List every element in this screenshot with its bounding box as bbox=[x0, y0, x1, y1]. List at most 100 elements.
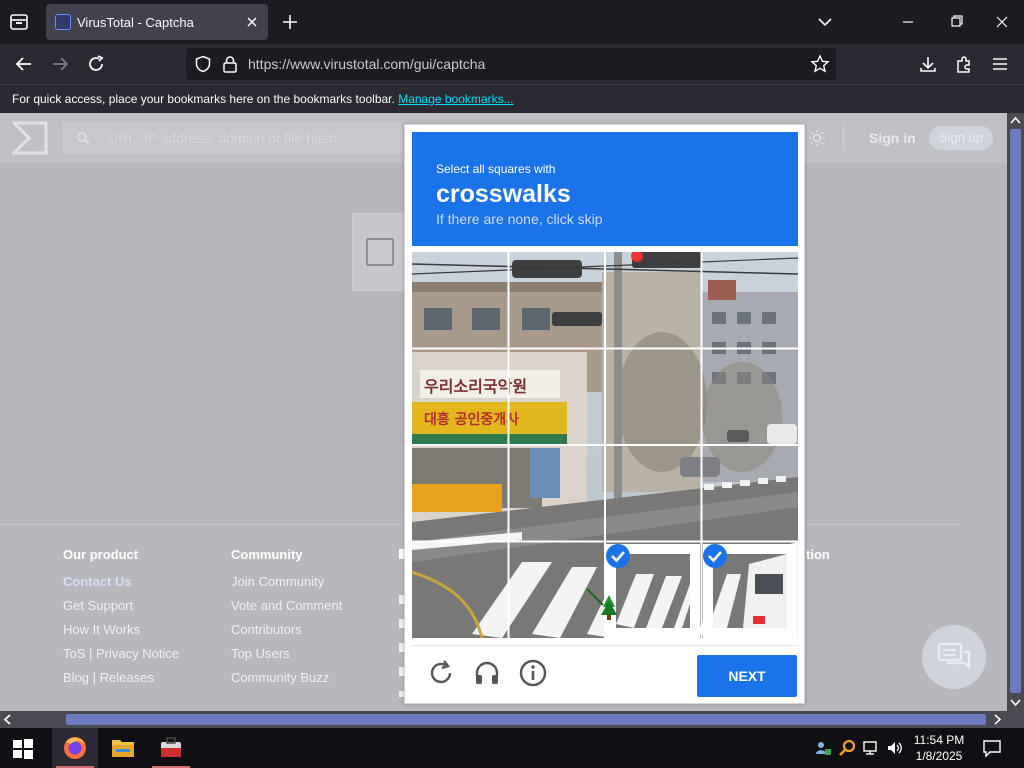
footer-link-contact-us[interactable]: Contact Us bbox=[63, 574, 179, 598]
new-tab-plus-icon[interactable] bbox=[280, 12, 300, 32]
grid-tile-7[interactable] bbox=[703, 349, 797, 443]
list-all-tabs-chevron-icon[interactable] bbox=[816, 13, 834, 31]
clock-time: 11:54 PM bbox=[913, 733, 965, 747]
grid-tile-5[interactable] bbox=[509, 349, 603, 443]
footer-link-vote-comment[interactable]: Vote and Comment bbox=[231, 598, 342, 622]
taskbar-file-explorer[interactable] bbox=[100, 728, 146, 768]
firefox-icon bbox=[64, 737, 86, 759]
scroll-down-arrow-icon[interactable] bbox=[1010, 697, 1021, 708]
footer-link-contributors[interactable]: Contributors bbox=[231, 622, 342, 646]
grid-tile-12[interactable] bbox=[412, 544, 506, 638]
grid-tile-3[interactable] bbox=[703, 252, 797, 346]
footer-column-our-product: Our product Contact Us Get Support How I… bbox=[63, 547, 179, 694]
tab-virustotal[interactable]: VirusTotal - Captcha bbox=[46, 4, 268, 40]
scrollbar-corner bbox=[1007, 711, 1024, 728]
footer-heading-partial: tion bbox=[806, 547, 830, 562]
grid-tile-4[interactable] bbox=[412, 349, 506, 443]
taskbar-clock[interactable]: 11:54 PM 1/8/2025 bbox=[906, 732, 972, 764]
vertical-scrollbar[interactable] bbox=[1007, 113, 1024, 711]
tab-list-icon[interactable] bbox=[8, 11, 32, 33]
theme-sun-icon[interactable] bbox=[808, 129, 826, 147]
reload-icon[interactable] bbox=[86, 54, 106, 74]
challenge-footer: NEXT bbox=[412, 645, 798, 701]
footer-heading: Our product bbox=[63, 547, 139, 562]
scroll-left-arrow-icon[interactable] bbox=[2, 714, 13, 725]
info-help-icon[interactable] bbox=[518, 658, 548, 688]
grid-tile-6[interactable] bbox=[606, 349, 700, 443]
scroll-up-arrow-icon[interactable] bbox=[1010, 115, 1021, 126]
footer-link-top-users[interactable]: Top Users bbox=[231, 646, 342, 670]
sign-in-link[interactable]: Sign in bbox=[869, 130, 916, 146]
search-placeholder: URL, IP address, domain or file hash bbox=[108, 130, 337, 146]
bookmark-star-icon[interactable] bbox=[810, 54, 830, 74]
secure-lock-icon[interactable] bbox=[222, 55, 238, 73]
tray-search-magnifier-icon[interactable] bbox=[838, 739, 856, 757]
grid-tile-1[interactable] bbox=[509, 252, 603, 346]
image-grid: 우리소리국악원 대흥 공인중개사 bbox=[412, 252, 798, 638]
tile-selected-check-icon bbox=[703, 544, 727, 568]
grid-tile-15[interactable] bbox=[703, 544, 797, 638]
recaptcha-anchor-card bbox=[352, 213, 408, 291]
next-button[interactable]: NEXT bbox=[697, 655, 797, 697]
footer-link-community-buzz[interactable]: Community Buzz bbox=[231, 670, 342, 694]
grid-tile-0[interactable] bbox=[412, 252, 506, 346]
restore-window-icon[interactable] bbox=[944, 12, 968, 32]
horizontal-scrollbar[interactable] bbox=[0, 711, 1007, 728]
url-text[interactable]: https://www.virustotal.com/gui/captcha bbox=[248, 56, 485, 72]
back-arrow-icon[interactable] bbox=[14, 54, 34, 74]
extensions-puzzle-icon[interactable] bbox=[954, 54, 974, 74]
vertical-scrollbar-thumb[interactable] bbox=[1010, 129, 1021, 693]
navigation-toolbar: https://www.virustotal.com/gui/captcha bbox=[0, 44, 1024, 84]
tab-bar: VirusTotal - Captcha bbox=[0, 0, 1024, 44]
manage-bookmarks-link[interactable]: Manage bookmarks... bbox=[398, 92, 513, 106]
virustotal-favicon-icon bbox=[55, 14, 71, 30]
challenge-instructions: Select all squares with crosswalks If th… bbox=[412, 132, 798, 246]
reload-challenge-icon[interactable] bbox=[426, 658, 456, 688]
horizontal-scrollbar-thumb[interactable] bbox=[66, 714, 986, 725]
recaptcha-checkbox[interactable] bbox=[366, 238, 394, 266]
footer-link-blog-releases[interactable]: Blog | Releases bbox=[63, 670, 179, 694]
tray-network-icon[interactable] bbox=[862, 739, 880, 757]
folder-icon bbox=[112, 740, 134, 757]
forward-arrow-icon[interactable] bbox=[50, 54, 70, 74]
mouse-cursor-icon bbox=[585, 587, 621, 621]
grid-tile-11[interactable] bbox=[703, 446, 797, 540]
footer-link-get-support[interactable]: Get Support bbox=[63, 598, 179, 622]
windows-taskbar: 11:54 PM 1/8/2025 bbox=[0, 728, 1024, 768]
notification-center-icon[interactable] bbox=[982, 738, 1002, 758]
tab-title: VirusTotal - Captcha bbox=[77, 15, 194, 30]
grid-tile-10[interactable] bbox=[606, 446, 700, 540]
skip-hint: If there are none, click skip bbox=[436, 211, 603, 227]
virustotal-logo-icon[interactable] bbox=[10, 121, 48, 155]
target-object-label: crosswalks bbox=[436, 180, 571, 208]
taskbar-toolbox-app[interactable] bbox=[148, 728, 194, 768]
address-bar[interactable]: https://www.virustotal.com/gui/captcha bbox=[186, 48, 836, 80]
audio-challenge-headphones-icon[interactable] bbox=[472, 658, 502, 688]
instruction-line: Select all squares with bbox=[436, 162, 556, 176]
downloads-icon[interactable] bbox=[918, 54, 938, 74]
app-menu-hamburger-icon[interactable] bbox=[990, 54, 1010, 74]
minimize-window-icon[interactable] bbox=[896, 12, 920, 32]
footer-link-how-it-works[interactable]: How It Works bbox=[63, 622, 179, 646]
close-tab-icon[interactable] bbox=[244, 14, 260, 30]
grid-tile-2[interactable] bbox=[606, 252, 700, 346]
scroll-right-arrow-icon[interactable] bbox=[992, 714, 1003, 725]
sign-up-button[interactable]: Sign up bbox=[929, 126, 993, 150]
bookmarks-toolbar: For quick access, place your bookmarks h… bbox=[0, 84, 1024, 113]
search-box[interactable]: URL, IP address, domain or file hash bbox=[62, 122, 402, 154]
windows-start-icon[interactable] bbox=[12, 738, 34, 760]
tray-user-network-icon[interactable] bbox=[814, 739, 832, 757]
tile-selected-check-icon bbox=[606, 544, 630, 568]
tracking-protection-shield-icon[interactable] bbox=[194, 55, 212, 73]
chat-support-button[interactable] bbox=[922, 625, 986, 689]
close-window-icon[interactable] bbox=[990, 12, 1014, 32]
clock-date: 1/8/2025 bbox=[915, 749, 963, 763]
toolbox-icon bbox=[161, 737, 181, 757]
taskbar-firefox[interactable] bbox=[52, 728, 98, 768]
tray-volume-icon[interactable] bbox=[886, 739, 904, 757]
footer-column-community: Community Join Community Vote and Commen… bbox=[231, 547, 342, 694]
footer-link-join-community[interactable]: Join Community bbox=[231, 574, 342, 598]
grid-tile-9[interactable] bbox=[509, 446, 603, 540]
footer-link-tos-privacy[interactable]: ToS | Privacy Notice bbox=[63, 646, 179, 670]
grid-tile-8[interactable] bbox=[412, 446, 506, 540]
